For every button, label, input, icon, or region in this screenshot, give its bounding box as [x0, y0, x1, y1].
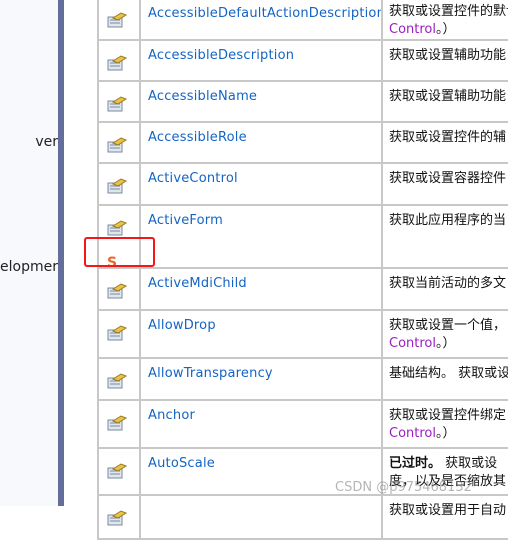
- description-text: 获取或设: [441, 456, 498, 471]
- property-icon: [107, 12, 128, 28]
- panel-splitter[interactable]: [58, 0, 64, 506]
- property-name-cell: Anchor: [141, 401, 383, 447]
- description-cell: 获取或设置控件的默认 Control。）: [383, 0, 508, 39]
- icon-cell: [99, 123, 141, 162]
- description-cell: 获取当前活动的多文: [383, 269, 508, 309]
- property-icon: [107, 96, 128, 112]
- icon-cell: [99, 41, 141, 80]
- property-link[interactable]: AccessibleDefaultActionDescription: [148, 6, 381, 21]
- description-text: 获取或设置用于自动: [389, 503, 507, 518]
- property-icon: [107, 220, 128, 236]
- description-text: 基础结构。 获取或设: [389, 366, 508, 381]
- description-text: 获取当前活动的多文: [389, 276, 507, 291]
- property-link[interactable]: AccessibleRole: [148, 130, 247, 145]
- property-link[interactable]: AllowTransparency: [148, 366, 273, 381]
- icon-cell: [99, 449, 141, 494]
- property-link[interactable]: AutoScale: [148, 456, 215, 471]
- property-name-cell: AccessibleRole: [141, 123, 383, 162]
- watermark: CSDN @p975468132: [335, 480, 472, 495]
- property-name-cell: AllowTransparency: [141, 359, 383, 399]
- table-row: AccessibleName 获取或设置辅助功能: [97, 82, 508, 123]
- property-name-cell: AccessibleDescription: [141, 41, 383, 80]
- table-row: S ActiveForm 获取此应用程序的当: [97, 206, 508, 271]
- property-icon: [107, 415, 128, 431]
- control-link[interactable]: Control: [389, 22, 436, 37]
- property-icon: [107, 325, 128, 341]
- property-icon: [107, 373, 128, 389]
- property-name-cell: ActiveMdiChild: [141, 269, 383, 309]
- description-cell: 获取或设置控件绑定 Control。）: [383, 401, 508, 447]
- property-icon: [107, 510, 128, 526]
- property-name-cell: [141, 496, 383, 538]
- icon-cell: [99, 82, 141, 121]
- table-row: ActiveControl 获取或设置容器控件: [97, 164, 508, 206]
- description-cell: 获取或设置容器控件: [383, 164, 508, 204]
- table-row: Anchor 获取或设置控件绑定 Control。）: [97, 401, 508, 449]
- table-row: 获取或设置用于自动: [97, 496, 508, 540]
- control-link[interactable]: Control: [389, 336, 436, 351]
- icon-cell: [99, 401, 141, 447]
- description-text: 获取或设置辅助功能: [389, 48, 507, 63]
- property-icon: [107, 178, 128, 194]
- description-text: 获取此应用程序的当: [389, 213, 507, 228]
- property-link[interactable]: AccessibleDescription: [148, 48, 294, 63]
- description-text: 获取或设置控件绑定: [389, 408, 507, 423]
- property-name-cell: ActiveForm: [141, 206, 383, 267]
- description-cell: 基础结构。 获取或设: [383, 359, 508, 399]
- description-text: 。）: [436, 336, 456, 351]
- description-cell: 获取或设置用于自动: [383, 496, 508, 538]
- icon-cell: [99, 311, 141, 357]
- property-icon: [107, 55, 128, 71]
- icon-cell: [99, 269, 141, 309]
- left-nav-panel: ver elopmer: [0, 0, 58, 506]
- description-text: 获取或设置控件的默认: [389, 4, 508, 19]
- description-cell: 获取或设置控件的辅: [383, 123, 508, 162]
- description-text: 获取或设置一个值，: [389, 318, 507, 333]
- description-text: 获取或设置容器控件: [389, 171, 507, 186]
- description-cell: 获取或设置辅助功能: [383, 82, 508, 121]
- table-row: ActiveMdiChild 获取当前活动的多文: [97, 269, 508, 311]
- description-cell: 获取或设置辅助功能: [383, 41, 508, 80]
- property-link[interactable]: ActiveMdiChild: [148, 276, 247, 291]
- property-name-cell: AccessibleDefaultActionDescription: [141, 0, 383, 39]
- description-cell: 获取或设置一个值， Control。）: [383, 311, 508, 357]
- property-icon: [107, 463, 128, 479]
- table-row: AccessibleRole 获取或设置控件的辅: [97, 123, 508, 164]
- property-icon: [107, 283, 128, 299]
- table-row: AllowTransparency 基础结构。 获取或设: [97, 359, 508, 401]
- obsolete-label: 已过时。: [389, 456, 442, 471]
- icon-cell: [99, 0, 141, 39]
- table-row: AccessibleDescription 获取或设置辅助功能: [97, 41, 508, 82]
- table-row: AccessibleDefaultActionDescription 获取或设置控…: [97, 0, 508, 41]
- property-link[interactable]: AccessibleName: [148, 89, 257, 104]
- description-text: 获取或设置控件的辅: [389, 130, 507, 145]
- property-link[interactable]: ActiveControl: [148, 171, 238, 186]
- highlight-box: [84, 237, 155, 267]
- description-cell: 获取此应用程序的当: [383, 206, 508, 267]
- description-text: 。）: [436, 22, 456, 37]
- icon-cell: [99, 164, 141, 204]
- property-link[interactable]: AllowDrop: [148, 318, 216, 333]
- nav-item[interactable]: ver: [35, 134, 58, 150]
- table-row: AllowDrop 获取或设置一个值， Control。）: [97, 311, 508, 359]
- property-name-cell: ActiveControl: [141, 164, 383, 204]
- description-text: 。）: [436, 426, 456, 441]
- nav-item[interactable]: elopmer: [0, 259, 58, 275]
- description-text: 获取或设置辅助功能: [389, 89, 507, 104]
- icon-cell: [99, 496, 141, 538]
- property-link[interactable]: Anchor: [148, 408, 195, 423]
- property-icon: [107, 137, 128, 153]
- property-link[interactable]: ActiveForm: [148, 213, 223, 228]
- property-name-cell: AllowDrop: [141, 311, 383, 357]
- property-name-cell: AccessibleName: [141, 82, 383, 121]
- icon-cell: [99, 359, 141, 399]
- control-link[interactable]: Control: [389, 426, 436, 441]
